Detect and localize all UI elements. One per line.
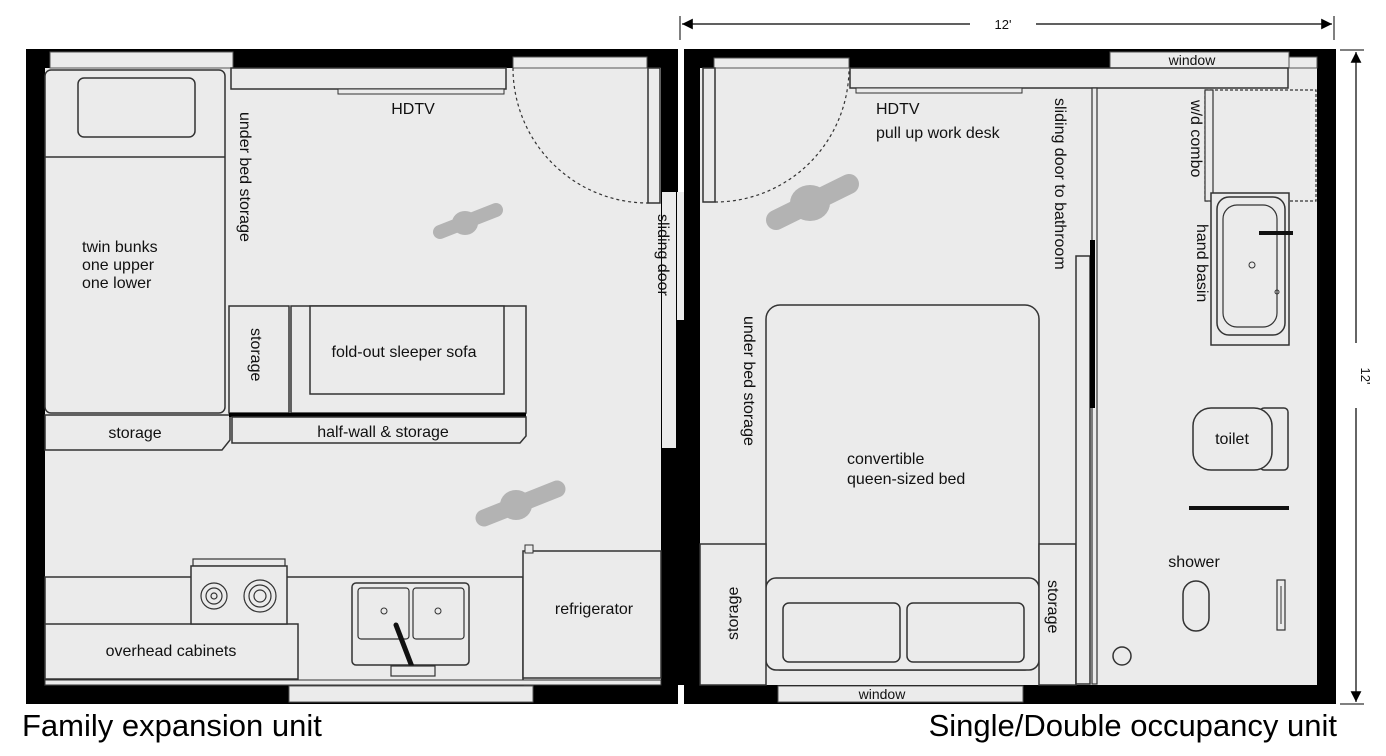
sink-icon	[351, 582, 470, 677]
label-hdtv-single: HDTV	[876, 101, 920, 118]
bed-pillow-left	[782, 602, 901, 663]
label-storage-family-vertical: storage	[247, 328, 264, 381]
bed-pillow-right	[906, 602, 1025, 663]
label-window-top: window	[1168, 52, 1217, 68]
dimension-right: 12'	[1340, 49, 1373, 705]
label-storage-single-right: storage	[1044, 580, 1061, 633]
single-unit-title: Single/Double occupancy unit	[928, 708, 1337, 743]
label-sleeper-sofa: fold-out sleeper sofa	[332, 344, 477, 361]
bunk-pillow	[77, 77, 196, 138]
label-twin-bunks: twin bunks one upper one lower	[82, 239, 162, 292]
label-shower: shower	[1168, 554, 1220, 571]
label-window-bottom: window	[858, 686, 907, 702]
bathroom-sliding-door[interactable]	[1075, 255, 1091, 685]
label-refrigerator: refrigerator	[555, 601, 634, 618]
label-storage-single-left: storage	[725, 587, 742, 640]
label-under-bed-storage-single: under bed storage	[740, 316, 757, 446]
stove-icon	[190, 558, 288, 625]
label-toilet: toilet	[1215, 431, 1249, 448]
wd-combo	[1204, 89, 1317, 202]
window-family-bottom	[288, 685, 534, 703]
window-family-top-right	[512, 56, 648, 69]
label-hand-basin: hand basin	[1193, 224, 1210, 302]
label-storage-family-bottom: storage	[108, 425, 161, 442]
label-overhead-cabinets: overhead cabinets	[106, 643, 237, 660]
label-hdtv-family: HDTV	[391, 101, 435, 118]
hand-basin-icon	[1210, 192, 1293, 346]
floor-plan: 12' 12' HDTV twin bunks one upper one lo…	[26, 16, 1373, 705]
label-sliding-door-bathroom: sliding door to bathroom	[1051, 98, 1068, 270]
label-under-bed-storage-family: under bed storage	[236, 112, 253, 242]
label-wd-combo: w/d combo	[1187, 99, 1204, 177]
label-sliding-door: sliding door	[654, 214, 671, 297]
hdtv-family	[230, 67, 507, 90]
label-half-wall: half-wall & storage	[317, 424, 449, 441]
hdtv-single	[849, 67, 1289, 89]
dimension-height-label: 12'	[1358, 368, 1373, 385]
dimension-width-label: 12'	[995, 17, 1012, 32]
family-unit-title: Family expansion unit	[22, 708, 322, 743]
window-family-top-left	[49, 51, 234, 69]
family-unit: HDTV twin bunks one upper one lower unde…	[26, 49, 678, 704]
dimension-top: 12'	[679, 16, 1335, 40]
single-unit: window window HDTV pull up work desk sli…	[684, 49, 1336, 704]
label-work-desk: pull up work desk	[876, 125, 1001, 142]
